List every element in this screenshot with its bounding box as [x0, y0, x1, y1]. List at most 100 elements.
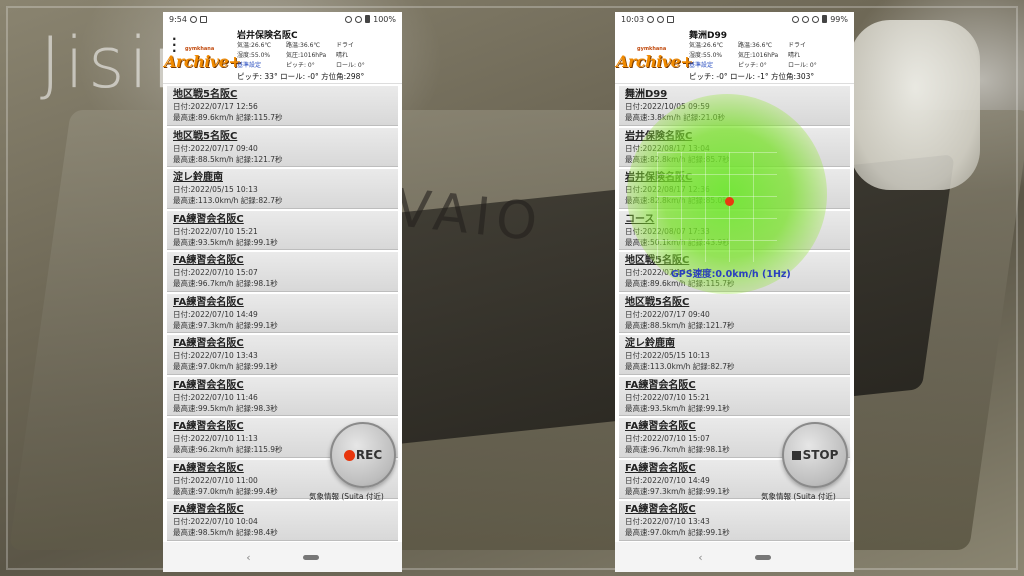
record-title: FA練習会名阪C — [173, 296, 244, 308]
phone-right: 10:03 99% gymkhana Archive+ 舞洲D99 気温:26.… — [615, 12, 854, 572]
record-title: 岩井保険名阪C — [625, 172, 693, 183]
weather-link[interactable]: 気象情報 (Suita 付近) — [761, 491, 836, 502]
record-date: 日付:2022/08/17 12:36 — [625, 185, 710, 194]
record-date: 日付:2022/08/07 17:33 — [625, 226, 710, 236]
list-item[interactable]: FA練習会名阪C 日付:2022/07/10 15:21 最高速:93.5km/h … — [619, 376, 850, 416]
record-stats: 最高速:97.0km/h 記録:99.1秒 — [173, 362, 278, 371]
record-title: 淀レ鈴鹿南 — [625, 338, 675, 349]
env-temp: 気温:26.6℃ — [689, 42, 724, 49]
attitude-readout: ピッチ: 33° ロール: -0° 方位角:298° — [237, 72, 365, 81]
env-pressure: 気圧:1016hPa — [286, 52, 327, 59]
list-item[interactable]: FA練習会名阪C 日付:2022/07/10 14:49 最高速:97.3km/h … — [167, 293, 398, 333]
rec-button-label: REC — [355, 448, 383, 462]
status-time: 9:54 — [169, 14, 187, 24]
env-road-temp: 路温:36.6℃ — [738, 42, 773, 49]
env-roll-base: ロール: 0° — [788, 62, 817, 69]
record-date: 日付:2022/07/10 11:46 — [173, 392, 258, 402]
record-title: FA練習会名阪C — [625, 379, 696, 391]
stop-button-label: STOP — [802, 448, 839, 462]
list-item[interactable]: FA練習会名阪C 日付:2022/07/10 15:21 最高速:93.5km/h … — [167, 210, 398, 250]
list-item[interactable]: 地区戦5名阪C 日付:2022/07/17 12:56 最高速:89.6km/h 記… — [619, 252, 850, 292]
env-weather: 晴れ — [336, 52, 349, 59]
record-title: FA練習会名阪C — [173, 504, 244, 515]
record-title: FA練習会名阪C — [173, 379, 244, 391]
back-icon[interactable]: ‹ — [246, 551, 250, 564]
battery-percent: 100% — [373, 14, 396, 24]
record-title: 岩井保険名阪C — [625, 130, 693, 142]
record-stats: 最高速:113.0km/h 記録:82.7秒 — [625, 362, 735, 371]
record-title: FA練習会名阪C — [173, 338, 244, 349]
home-icon[interactable] — [754, 554, 771, 560]
home-icon[interactable] — [302, 554, 319, 560]
list-item[interactable]: 岩井保険名阪C 日付:2022/08/17 12:36 最高速:82.8km/h 記… — [619, 169, 850, 209]
record-date: 日付:2022/05/15 10:13 — [173, 185, 258, 194]
env-road-temp: 路温:36.6℃ — [286, 42, 321, 49]
notification-icon — [647, 15, 655, 23]
list-item[interactable]: 地区戦5名阪C 日付:2022/07/17 12:56 最高速:89.6km/h 記… — [167, 86, 398, 126]
list-item[interactable]: FA練習会名阪C 日付:2022/07/10 13:43 最高速:97.0km/h … — [167, 335, 398, 375]
env-temp: 気温:26.6℃ — [237, 42, 272, 49]
record-stats: 最高速:93.5km/h 記録:99.1秒 — [625, 403, 730, 413]
record-icon — [343, 449, 355, 461]
list-item[interactable]: コース 日付:2022/08/07 17:33 最高速:50.1km/h 記録:43… — [619, 210, 850, 250]
list-item[interactable]: FA練習会名阪C 日付:2022/07/10 15:07 最高速:96.7km/h … — [167, 252, 398, 292]
record-title: FA練習会名阪C — [625, 504, 696, 515]
list-item[interactable]: 淀レ鈴鹿南日付:2022/05/15 10:13 最高速:113.0km/h 記録… — [619, 335, 850, 375]
record-stats: 最高速:50.1km/h 記録:43.9秒 — [625, 237, 730, 247]
battery-percent: 99% — [830, 14, 848, 24]
list-item[interactable]: 地区戦5名阪C 日付:2022/07/17 09:40 最高速:88.5km/h 記… — [619, 293, 850, 333]
record-date: 日付:2022/07/10 10:04 — [173, 517, 258, 526]
earbuds-case — [850, 20, 980, 190]
env-pressure: 気圧:1016hPa — [738, 52, 779, 59]
record-stats: 最高速:113.0km/h 記録:82.7秒 — [173, 196, 283, 205]
record-stats: 最高速:88.5km/h 記録:121.7秒 — [173, 154, 283, 164]
calibrate-link[interactable]: 基準設定 — [689, 60, 738, 69]
background-photo: VAIO Jisin.com — [0, 0, 1024, 576]
record-title: 淀レ鈴鹿南 — [173, 172, 223, 183]
record-title: 地区戦5名阪C — [173, 130, 238, 142]
status-bar: 9:54 100% — [163, 12, 402, 26]
list-item[interactable]: 岩井保険名阪C 日付:2022/08/17 13:04 最高速:82.8km/h 記… — [619, 127, 850, 167]
record-date: 日付:2022/07/10 15:21 — [173, 226, 258, 236]
environment-info: 気温:26.6℃ 路温:36.6℃ ドライ 湿度:55.0% 気圧:1016hP… — [689, 40, 828, 69]
record-date: 日付:2022/08/17 13:04 — [625, 143, 710, 153]
list-item[interactable]: FA練習会名阪C 日付:2022/07/10 13:43 最高速:97.0km/h … — [619, 501, 850, 541]
record-title: 地区戦5名阪C — [625, 296, 690, 308]
record-date: 日付:2022/07/17 09:40 — [625, 309, 710, 319]
environment-info: 気温:26.6℃ 路温:36.6℃ ドライ 湿度:55.0% 気圧:1016hP… — [237, 40, 376, 69]
wifi-icon — [355, 15, 363, 23]
record-date: 日付:2022/07/10 14:49 — [173, 309, 258, 319]
battery-icon — [822, 15, 828, 23]
location-icon — [199, 15, 207, 23]
record-stats: 最高速:99.5km/h 記録:98.3秒 — [173, 403, 278, 413]
record-date: 日付:2022/05/15 10:13 — [625, 351, 710, 360]
env-road-state: ドライ — [788, 42, 807, 49]
mute-icon — [802, 15, 810, 23]
record-title: 舞洲D99 — [625, 89, 668, 100]
back-icon[interactable]: ‹ — [698, 551, 702, 564]
nav-bar: ‹ — [163, 542, 402, 572]
record-stats: 最高速:97.0km/h 記録:99.1秒 — [625, 528, 730, 537]
stop-button[interactable]: STOP — [782, 422, 848, 488]
rec-button[interactable]: REC — [330, 422, 396, 488]
env-pitch-base: ピッチ: 0° — [286, 62, 315, 69]
env-weather: 晴れ — [788, 52, 801, 59]
record-stats: 最高速:89.6km/h 記録:115.7秒 — [625, 279, 735, 288]
record-title: 地区戦5名阪C — [173, 89, 238, 100]
env-road-state: ドライ — [336, 42, 355, 49]
calibrate-link[interactable]: 基準設定 — [237, 60, 286, 69]
record-date: 日付:2022/07/17 09:40 — [173, 143, 258, 153]
list-item[interactable]: 舞洲D99 日付:2022/10/05 09:59 最高速:3.8km/h 記録:2… — [619, 86, 850, 126]
env-pitch-base: ピッチ: 0° — [738, 62, 767, 69]
record-date: 日付:2022/07/10 13:43 — [625, 517, 710, 526]
record-stats: 最高速:97.3km/h 記録:99.1秒 — [173, 320, 278, 330]
list-item[interactable]: 淀レ鈴鹿南日付:2022/05/15 10:13 最高速:113.0km/h 記録… — [167, 169, 398, 209]
record-stats: 最高速:3.8km/h 記録:21.0秒 — [625, 113, 725, 122]
weather-link[interactable]: 気象情報 (Suita 付近) — [309, 491, 384, 502]
list-item[interactable]: FA練習会名阪C 日付:2022/07/10 10:04 最高速:98.5km/h … — [167, 501, 398, 541]
list-item[interactable]: 地区戦5名阪C 日付:2022/07/17 09:40 最高速:88.5km/h 記… — [167, 127, 398, 167]
app-header: · · · gymkhana Archive+ 岩井保険名阪C 気温:26.6℃ 路… — [163, 26, 402, 84]
list-item[interactable]: FA練習会名阪C 日付:2022/07/10 11:46 最高速:99.5km/h … — [167, 376, 398, 416]
status-time: 10:03 — [621, 14, 645, 24]
env-humidity: 湿度:55.0% — [689, 52, 723, 59]
